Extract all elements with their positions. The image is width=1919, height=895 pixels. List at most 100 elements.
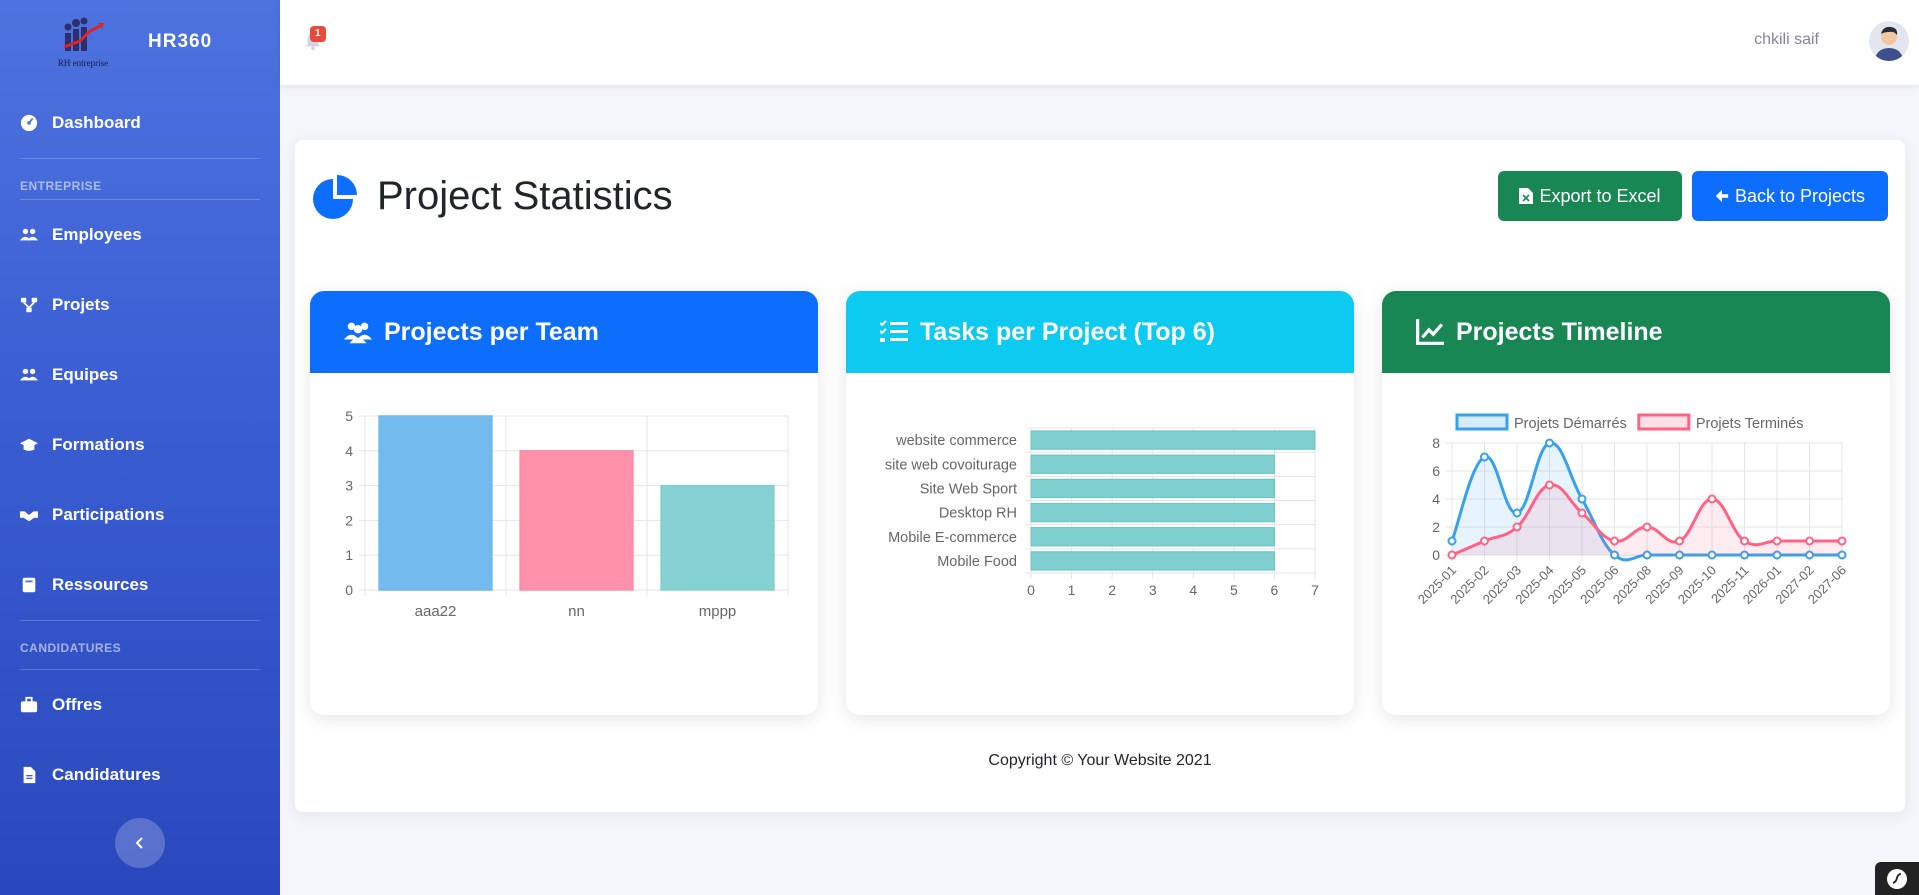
data-point <box>1642 522 1652 532</box>
avatar[interactable] <box>1869 21 1909 61</box>
x-tick-label: 0 <box>1027 582 1035 598</box>
handshake-icon <box>20 506 52 524</box>
data-point <box>1545 480 1554 490</box>
user-name[interactable]: chkili saif <box>1754 31 1819 49</box>
users-icon <box>20 226 52 244</box>
x-tick-label: 6 <box>1271 582 1279 598</box>
sidebar-item-candidatures[interactable]: Candidatures <box>0 740 280 810</box>
brand-name: HR360 <box>148 31 213 52</box>
y-tick-label: Mobile E-commerce <box>888 530 1017 546</box>
sidebar-item-label: Dashboard <box>52 113 141 132</box>
x-tick-label: aaa22 <box>415 603 457 620</box>
symfony-icon <box>1887 868 1907 889</box>
x-tick-label: 3 <box>1149 582 1157 598</box>
book-icon <box>20 576 52 594</box>
data-point <box>1480 452 1489 462</box>
legend-swatch <box>1455 413 1509 431</box>
logo-icon <box>63 17 104 51</box>
symfony-toolbar-toggle[interactable] <box>1875 862 1919 895</box>
x-tick-label: 5 <box>1230 582 1238 598</box>
y-tick-label: 5 <box>345 408 353 424</box>
data-point <box>1675 536 1684 546</box>
sidebar: RH entreprise HR360 Dashboard ENTREPRISE… <box>0 0 280 895</box>
y-tick-label: Desktop RH <box>939 506 1017 522</box>
sidebar-toggle-button[interactable] <box>115 818 165 868</box>
y-tick-label: 4 <box>345 443 353 459</box>
chart-pie-icon <box>313 174 357 219</box>
bar <box>1030 430 1316 450</box>
y-tick-label: 3 <box>345 478 353 494</box>
sidebar-item-projets[interactable]: Projets <box>0 270 280 340</box>
sitemap-icon <box>20 296 52 314</box>
y-tick-label: 2 <box>345 512 353 528</box>
y-tick-label: 1 <box>345 547 353 563</box>
data-point <box>1512 508 1522 518</box>
back-to-projects-label: Back to Projects <box>1734 185 1866 206</box>
sidebar-item-dashboard[interactable]: Dashboard <box>0 88 280 158</box>
chart-title: Tasks per Project (Top 6) <box>920 317 1215 346</box>
data-point <box>1707 494 1717 504</box>
chart-header: Tasks per Project (Top 6) <box>846 291 1354 373</box>
sidebar-item-label: Ressources <box>52 575 149 594</box>
section-heading-entreprise: ENTREPRISE <box>20 179 102 193</box>
sidebar-item-label: Equipes <box>52 365 119 384</box>
y-tick-label: 6 <box>1432 463 1440 479</box>
bar <box>1030 502 1275 523</box>
projects-timeline-chart: 024682025-012025-022025-032025-042025-05… <box>1415 413 1849 607</box>
sidebar-item-label: Offres <box>52 695 103 714</box>
x-tick-label: 2 <box>1108 582 1116 598</box>
page-header: Project Statistics <box>313 174 673 219</box>
legend-label: Projets Terminés <box>1696 416 1804 432</box>
export-excel-button[interactable]: Export to Excel <box>1498 171 1682 221</box>
statistics-card: Project Statistics Export to Excel Back … <box>295 140 1905 812</box>
y-tick-label: 0 <box>345 582 353 598</box>
data-point <box>1837 536 1847 546</box>
data-point <box>1740 536 1749 546</box>
topbar: 1 chkili saif <box>280 0 1919 85</box>
chart-line-icon <box>1416 319 1444 345</box>
graduation-cap-icon <box>20 436 52 454</box>
y-tick-label: site web covoiturage <box>885 457 1017 473</box>
chart-header: Projects Timeline <box>1382 291 1890 373</box>
y-tick-label: Mobile Food <box>937 554 1017 570</box>
sidebar-item-participations[interactable]: Participations <box>0 480 280 550</box>
data-point <box>1480 536 1489 546</box>
y-tick-label: 4 <box>1432 491 1440 507</box>
y-tick-label: Site Web Sport <box>920 481 1017 497</box>
back-to-projects-button[interactable]: Back to Projects <box>1692 171 1888 221</box>
tasks-per-project-chart: 0 1 2 3 4 5 6 7 website commerce site web covoitu… <box>885 427 1319 598</box>
sidebar-item-label: Formations <box>52 435 145 454</box>
sidebar-item-equipes[interactable]: Equipes <box>0 340 280 410</box>
chevron-left-icon <box>135 837 143 849</box>
export-excel-label: Export to Excel <box>1539 185 1661 206</box>
briefcase-icon <box>20 696 52 714</box>
file-icon <box>20 766 52 784</box>
footer-copyright: Copyright © Your Website 2021 <box>988 752 1212 769</box>
projects-timeline-card: Projects Timeline 0 2 4 6 8 2025-01 2025-02 202… <box>1382 291 1890 715</box>
x-tick-label: 7 <box>1311 582 1319 598</box>
section-heading-candidatures: CANDIDATURES <box>20 641 122 655</box>
chart-title: Projects per Team <box>384 317 599 346</box>
bar <box>378 415 493 591</box>
sidebar-item-ressources[interactable]: Ressources <box>0 550 280 620</box>
users-icon <box>344 322 372 344</box>
x-tick-label: mppp <box>699 603 737 620</box>
sidebar-item-label: Candidatures <box>52 765 161 784</box>
logo: RH entreprise <box>46 9 120 75</box>
sidebar-item-formations[interactable]: Formations <box>0 410 280 480</box>
sidebar-item-label: Participations <box>52 505 165 524</box>
sidebar-item-offres[interactable]: Offres <box>0 670 280 740</box>
sidebar-item-employees[interactable]: Employees <box>0 200 280 270</box>
x-tick-label: 1 <box>1068 582 1076 598</box>
bar <box>519 450 634 591</box>
y-tick-label: website commerce <box>895 433 1017 449</box>
notification-badge: 1 <box>310 26 326 42</box>
brand[interactable]: RH entreprise HR360 <box>0 0 280 84</box>
sidebar-item-label: Projets <box>52 295 110 314</box>
sidebar-item-label: Employees <box>52 225 142 244</box>
tasks-per-project-card: Tasks per Project (Top 6) 0 1 2 3 4 5 6 7 websit… <box>846 291 1354 715</box>
data-point <box>1577 494 1587 504</box>
chart-title: Projects Timeline <box>1456 317 1663 346</box>
data-point <box>1805 536 1814 546</box>
chart-header: Projects per Team <box>310 291 818 373</box>
